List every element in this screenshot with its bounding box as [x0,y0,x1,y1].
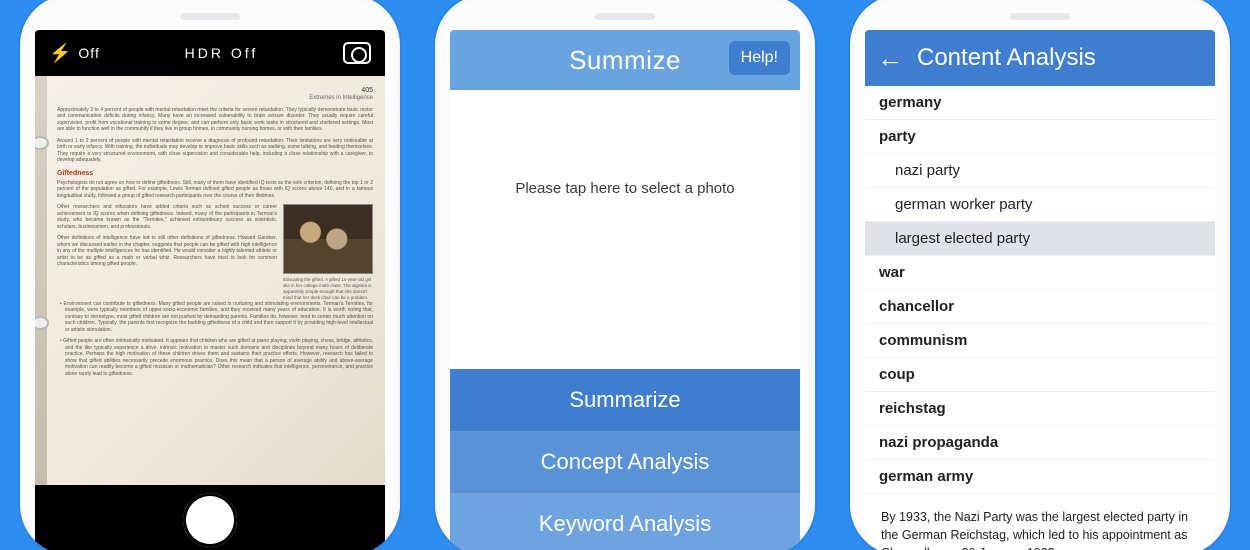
list-item[interactable]: war [865,256,1215,290]
camera-bottom-bar [35,485,385,550]
shutter-button[interactable] [183,493,237,547]
camera-screen: ⚡ Off HDR Off 405 Extremes in Intelligen… [35,30,385,550]
detail-text: By 1933, the Nazi Party was the largest … [865,494,1215,550]
select-photo-area[interactable]: Please tap here to select a photo [450,90,800,369]
content-list: germany party nazi party german worker p… [865,86,1215,550]
list-item[interactable]: nazi propaganda [865,426,1215,460]
binder-ring [35,136,49,150]
action-buttons: Summarize Concept Analysis Keyword Analy… [450,369,800,550]
select-photo-prompt: Please tap here to select a photo [515,180,734,197]
content-analysis-header: ← Content Analysis [865,30,1215,86]
keyword-analysis-button[interactable]: Keyword Analysis [450,493,800,550]
binder-ring [35,316,49,330]
phone-summize-home: Summize Help! Please tap here to select … [435,0,815,550]
summize-header: Summize Help! [450,30,800,90]
back-arrow-icon[interactable]: ← [877,45,903,71]
list-item-selected[interactable]: largest elected party [865,222,1215,256]
help-button[interactable]: Help! [729,41,790,75]
switch-camera-icon[interactable] [343,42,371,64]
phone-speaker [180,13,240,20]
flash-icon: ⚡ [49,43,72,64]
page-photo [283,204,373,274]
phone-content-analysis: ← Content Analysis germany party nazi pa… [850,0,1230,550]
hdr-toggle[interactable]: HDR Off [100,45,343,61]
page-text: Other researchers and educators have add… [57,204,277,230]
page-bullet: • Gifted people are often intrinsically … [65,338,373,377]
page-text: Psychologists do not agree on how to def… [57,180,373,200]
list-item[interactable]: reichstag [865,392,1215,426]
camera-top-bar: ⚡ Off HDR Off [35,30,385,76]
summize-screen: Summize Help! Please tap here to select … [450,30,800,550]
list-item[interactable]: chancellor [865,290,1215,324]
list-item[interactable]: party [865,120,1215,154]
page-text: Around 1 to 2 percent of people with men… [57,138,373,164]
screen-title: Content Analysis [917,44,1096,72]
list-item[interactable]: communism [865,324,1215,358]
page-chapter: Extremes in Intelligence [57,95,373,103]
page-heading: Giftedness [57,169,373,178]
list-item[interactable]: germany [865,86,1215,120]
page-bullet: • Environment can contribute to giftedne… [65,301,373,334]
list-item[interactable]: coup [865,358,1215,392]
list-item[interactable]: nazi party [865,154,1215,188]
page-caption: Educating the gifted. A gifted 14-year-o… [283,277,373,300]
list-item[interactable]: german worker party [865,188,1215,222]
content-analysis-screen: ← Content Analysis germany party nazi pa… [865,30,1215,550]
page-text: Approximately 3 to 4 percent of people w… [57,107,373,133]
list-item[interactable]: german army [865,460,1215,494]
phone-camera: ⚡ Off HDR Off 405 Extremes in Intelligen… [20,0,400,550]
app-title: Summize [569,45,681,76]
page-text: Other definitions of intelligence have l… [57,235,277,268]
flash-toggle[interactable]: ⚡ Off [49,43,100,64]
page-number: 405 [57,86,373,95]
camera-viewfinder[interactable]: 405 Extremes in Intelligence Approximate… [35,76,385,485]
summarize-button[interactable]: Summarize [450,369,800,431]
phone-speaker [595,13,655,20]
flash-label: Off [78,45,99,61]
phone-speaker [1010,13,1070,20]
concept-analysis-button[interactable]: Concept Analysis [450,431,800,493]
